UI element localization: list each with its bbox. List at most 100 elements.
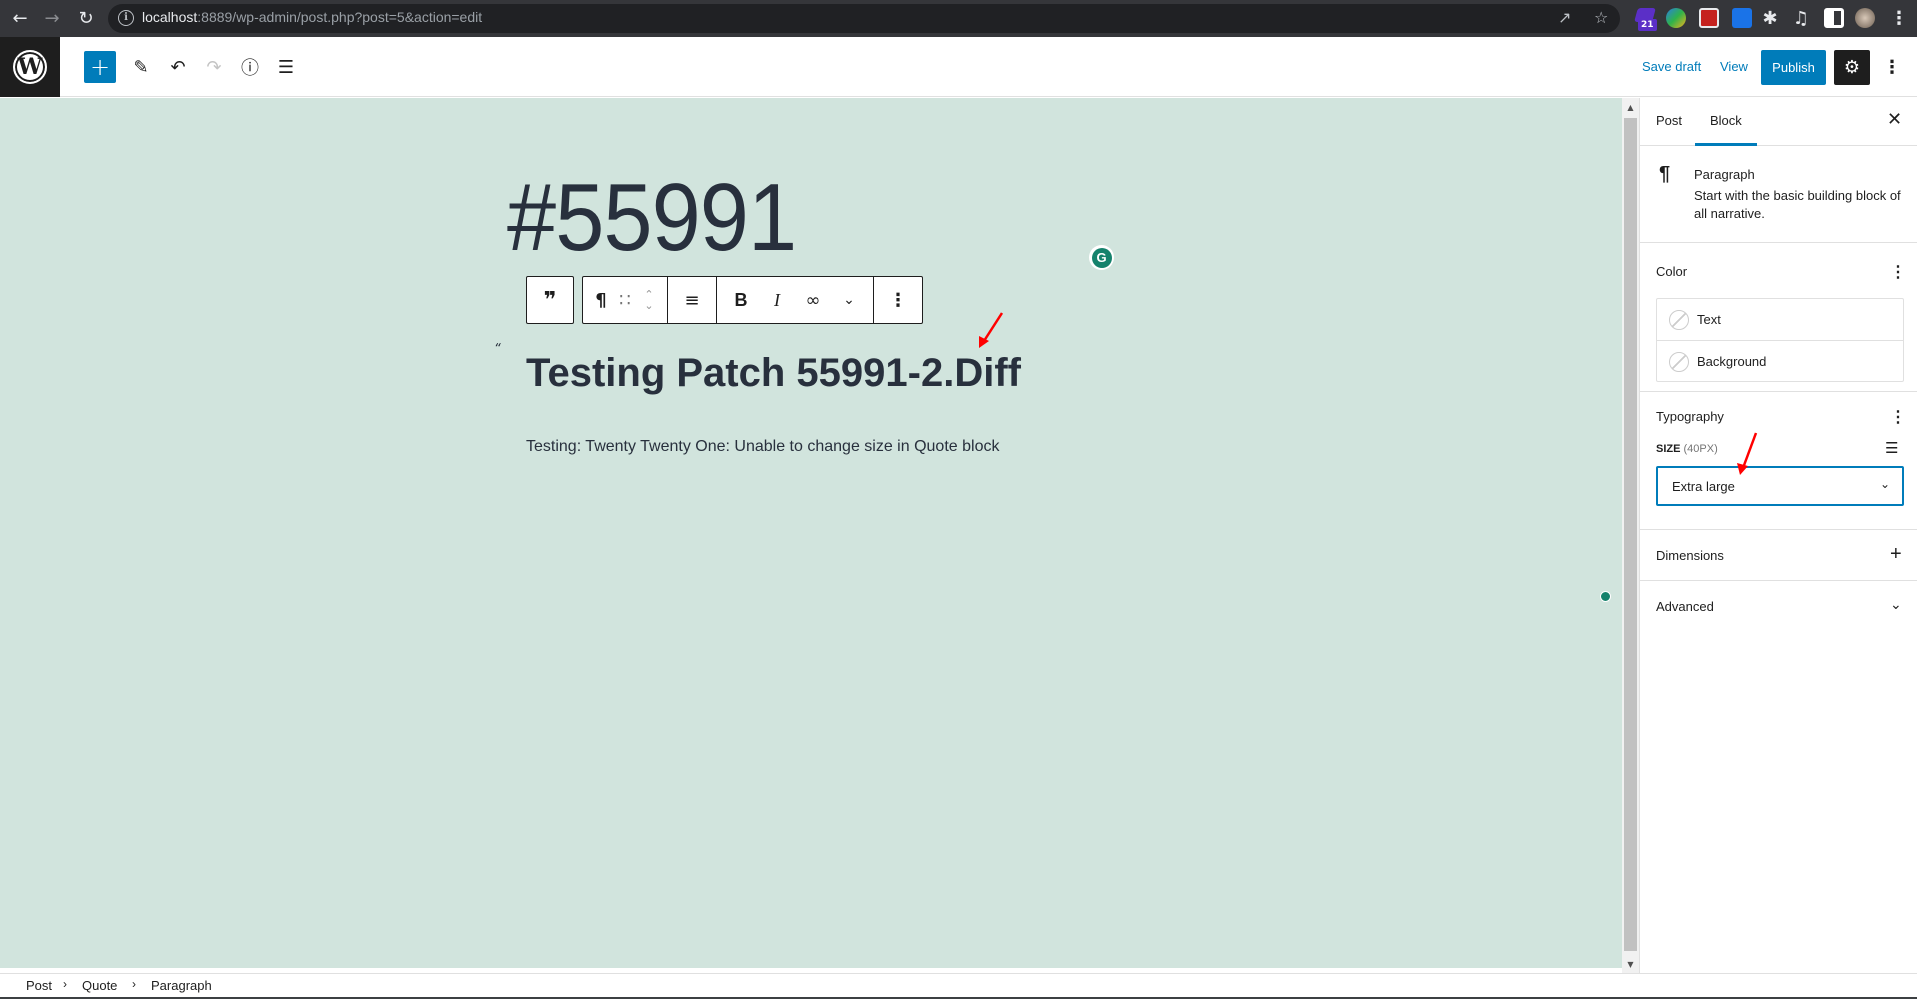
breadcrumb-paragraph[interactable]: Paragraph (151, 978, 212, 993)
more-formatting-chevron-icon[interactable]: ⌄ (831, 277, 867, 323)
font-size-select[interactable]: Extra large ⌄ (1656, 466, 1904, 506)
scroll-down-arrow-icon[interactable]: ▼ (1622, 957, 1639, 971)
address-bar[interactable]: i localhost:8889/wp-admin/post.php?post=… (108, 4, 1620, 33)
tools-pencil-icon[interactable]: ✎ (125, 51, 157, 83)
size-label-text: Size (1656, 443, 1681, 455)
paragraph-block-icon[interactable]: ¶ (589, 277, 613, 323)
font-size-label: Size (40px) (1656, 443, 1718, 455)
move-down-icon[interactable]: ⌄ (644, 300, 653, 311)
bitwarden-icon[interactable] (1732, 8, 1752, 28)
quote-paragraph-selected[interactable]: Testing Patch 55991-2.Diff (526, 348, 1021, 398)
quote-citation-paragraph[interactable]: Testing: Twenty Twenty One: Unable to ch… (526, 438, 999, 456)
color-item-label: Background (1697, 354, 1767, 369)
arrow-shaft (1741, 432, 1758, 469)
active-tab-indicator (1695, 143, 1757, 146)
list-view-icon[interactable]: ☰ (270, 51, 302, 83)
close-sidebar-icon[interactable]: ✕ (1887, 109, 1902, 130)
tab-post[interactable]: Post (1656, 113, 1682, 128)
editor-canvas[interactable]: #55991 ❞ ¶ ∷ ⌃ ⌄ ≡ B I ∞ ⌄ ⋮ “ Testing P… (0, 98, 1622, 968)
dimensions-panel[interactable]: Dimensions + (1640, 531, 1917, 581)
color-options-kebab-icon[interactable]: ⋮ (1890, 262, 1906, 282)
add-dimensions-plus-icon[interactable]: + (1890, 543, 1902, 566)
canvas-scrollbar[interactable]: ▲ ▼ (1622, 98, 1639, 973)
puzzle-icon[interactable]: ✱ (1758, 6, 1782, 30)
forward-icon[interactable]: → (40, 6, 64, 30)
font-size-selected-value: Extra large (1672, 479, 1735, 494)
video-speed-icon[interactable] (1699, 8, 1719, 28)
color-panel-title: Color (1656, 264, 1688, 279)
download-manager-icon[interactable] (1666, 8, 1686, 28)
block-card: ¶ Paragraph Start with the basic buildin… (1640, 147, 1917, 243)
post-title[interactable]: #55991 (507, 170, 797, 266)
chevron-down-icon[interactable]: ⌄ (1890, 596, 1902, 613)
settings-sidebar: Post Block ✕ ¶ Paragraph Start with the … (1639, 98, 1917, 973)
block-breadcrumb: Post › Quote › Paragraph (0, 973, 1917, 997)
editor-header: W + ✎ ↶ ↷ ⓘ ☰ Save draft View Publish ⚙ … (0, 37, 1917, 97)
grammarly-button[interactable]: G (1089, 245, 1114, 270)
block-inserter-button[interactable]: + (84, 51, 116, 83)
parent-block-group: ❞ (526, 276, 574, 324)
color-item-background[interactable]: Background (1657, 340, 1903, 381)
save-draft-button[interactable]: Save draft (1642, 59, 1701, 74)
block-mover[interactable]: ⌃ ⌄ (637, 277, 661, 323)
link-icon[interactable]: ∞ (795, 277, 831, 323)
scroll-up-arrow-icon[interactable]: ▲ (1622, 100, 1639, 114)
wordpress-logo[interactable]: W (0, 37, 60, 97)
select-parent-quote-icon[interactable]: ❞ (527, 277, 573, 323)
typography-options-kebab-icon[interactable]: ⋮ (1890, 407, 1906, 427)
publish-button[interactable]: Publish (1761, 50, 1826, 85)
sidepanel-icon[interactable] (1824, 8, 1844, 28)
profile-avatar[interactable] (1855, 8, 1875, 28)
media-control-icon[interactable]: ♫ (1789, 6, 1813, 30)
url-text[interactable]: localhost:8889/wp-admin/post.php?post=5&… (142, 9, 482, 25)
star-icon[interactable]: ☆ (1594, 8, 1608, 27)
grammarly-status-dot[interactable] (1600, 591, 1611, 602)
details-info-icon[interactable]: ⓘ (234, 51, 266, 83)
block-toolbar: ❞ ¶ ∷ ⌃ ⌄ ≡ B I ∞ ⌄ ⋮ (526, 276, 923, 324)
url-host: localhost (142, 9, 198, 25)
back-icon[interactable]: ← (8, 6, 32, 30)
view-button[interactable]: View (1720, 59, 1748, 74)
scrollbar-thumb[interactable] (1624, 118, 1637, 951)
block-options-kebab-icon[interactable]: ⋮ (880, 277, 916, 323)
typography-panel: Typography ⋮ Size (40px) ☰ Extra large ⌄ (1640, 393, 1917, 530)
advanced-panel-title: Advanced (1656, 599, 1714, 614)
typography-panel-title: Typography (1656, 409, 1724, 424)
tab-block[interactable]: Block (1710, 113, 1742, 128)
italic-button[interactable]: I (759, 277, 795, 323)
reload-icon[interactable]: ↻ (74, 6, 98, 30)
paragraph-icon: ¶ (1659, 163, 1671, 185)
undo-icon[interactable]: ↶ (162, 51, 194, 83)
breadcrumb-post[interactable]: Post (26, 978, 52, 993)
block-controls-group: ¶ ∷ ⌃ ⌄ ≡ B I ∞ ⌄ ⋮ (582, 276, 923, 324)
drag-handle-icon[interactable]: ∷ (613, 277, 637, 323)
site-info-icon[interactable]: i (118, 10, 134, 26)
color-panel: Color ⋮ Text Background (1640, 244, 1917, 392)
grammarly-icon: G (1091, 247, 1112, 268)
block-card-title: Paragraph (1694, 167, 1755, 182)
dimensions-panel-title: Dimensions (1656, 548, 1724, 563)
browser-menu-icon[interactable]: ⋮ (1887, 6, 1911, 30)
wordpress-icon: W (13, 50, 47, 84)
advanced-panel[interactable]: Advanced ⌄ (1640, 582, 1917, 632)
browser-chrome: ← → ↻ i localhost:8889/wp-admin/post.php… (0, 0, 1917, 37)
redo-icon[interactable]: ↷ (198, 51, 230, 83)
sidebar-tabs: Post Block ✕ (1640, 98, 1917, 146)
block-card-description: Start with the basic building block of a… (1694, 188, 1901, 221)
color-item-text[interactable]: Text (1657, 299, 1903, 340)
options-kebab-icon[interactable]: ⋮ (1880, 50, 1904, 85)
color-item-label: Text (1697, 312, 1721, 327)
size-value: (40px) (1683, 443, 1718, 455)
alignment-group: ≡ (668, 277, 717, 323)
settings-gear-icon[interactable]: ⚙ (1834, 50, 1870, 85)
bold-button[interactable]: B (723, 277, 759, 323)
annotation-arrow-size (1737, 432, 1758, 475)
custom-size-sliders-icon[interactable]: ☰ (1885, 439, 1898, 457)
block-options-group: ⋮ (874, 277, 922, 323)
chevron-down-icon: ⌄ (1879, 477, 1890, 491)
breadcrumb-chevron-icon: › (132, 977, 136, 991)
share-icon[interactable]: ↗ (1558, 8, 1571, 27)
breadcrumb-quote[interactable]: Quote (82, 978, 117, 993)
align-left-icon[interactable]: ≡ (674, 277, 710, 323)
url-path: :8889/wp-admin/post.php?post=5&action=ed… (197, 9, 483, 25)
